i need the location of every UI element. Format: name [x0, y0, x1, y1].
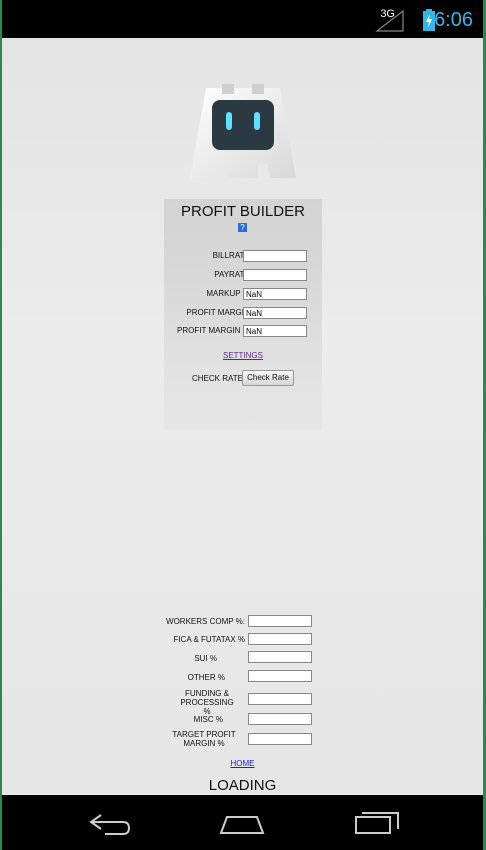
profit-margin-field[interactable]: NaN: [243, 307, 307, 319]
misc-input[interactable]: [248, 713, 312, 725]
screen: 3G 6:06 PROFIT BUILDER ? BILLRATE: PAYRA…: [2, 0, 483, 850]
fica-futatax-input[interactable]: [248, 633, 312, 645]
settings-row: TARGET PROFIT MARGIN %: [2, 730, 483, 750]
navigation-bar: [2, 795, 483, 850]
funding-processing-label: FUNDING & PROCESSING %: [180, 689, 234, 716]
target-profit-margin-label: TARGET PROFIT MARGIN %: [172, 730, 236, 748]
cordova-logo: [190, 84, 296, 178]
check-rate-button[interactable]: Check Rate: [242, 370, 294, 386]
billrate-input[interactable]: [243, 250, 307, 262]
payrate-input[interactable]: [243, 269, 307, 281]
home-icon[interactable]: [217, 807, 267, 837]
fica-futatax-label: FICA & FUTATAX %: [173, 635, 245, 644]
billrate-row: BILLRATE:: [164, 250, 322, 264]
funding-processing-input[interactable]: [248, 693, 312, 705]
loading-text: LOADING: [208, 777, 277, 794]
sui-label: SUI %: [194, 654, 217, 663]
other-label: OTHER %: [187, 673, 225, 682]
settings-link[interactable]: SETTINGS: [164, 351, 322, 360]
clock: 6:06: [434, 9, 473, 31]
profit-margin-row: PROFIT MARGIN: NaN: [164, 307, 322, 321]
check-rate-label: CHECK RATE: [192, 374, 243, 383]
profit-margin-pct-label: PROFIT MARGIN %:: [177, 326, 252, 335]
settings-row: OTHER %: [2, 670, 483, 684]
recent-apps-icon[interactable]: [352, 807, 402, 837]
profit-margin-pct-field[interactable]: NaN: [243, 325, 307, 337]
sui-input[interactable]: [248, 651, 312, 663]
help-icon[interactable]: ?: [238, 223, 247, 232]
settings-row: SUI %: [2, 651, 483, 665]
settings-row: FICA & FUTATAX %: [2, 633, 483, 647]
target-profit-margin-input[interactable]: [248, 733, 312, 745]
profit-margin-pct-row: PROFIT MARGIN %: NaN: [164, 325, 322, 339]
app-title: PROFIT BUILDER: [181, 203, 305, 220]
workers-comp-label: WORKERS COMP %:: [166, 617, 245, 626]
markup-field[interactable]: NaN: [243, 288, 307, 300]
payrate-row: PAYRATE:: [164, 269, 322, 283]
settings-row: MISC %: [2, 713, 483, 727]
workers-comp-input[interactable]: [248, 615, 312, 627]
back-icon[interactable]: [85, 807, 135, 837]
home-link[interactable]: HOME: [2, 759, 483, 768]
app-content: PROFIT BUILDER ? BILLRATE: PAYRATE: MARK…: [2, 38, 483, 795]
markup-row: MARKUP %: NaN: [164, 288, 322, 302]
settings-row: FUNDING & PROCESSING %: [2, 689, 483, 716]
calculator-panel: PROFIT BUILDER ? BILLRATE: PAYRATE: MARK…: [164, 199, 322, 429]
signal-icon: [375, 10, 404, 32]
status-bar: 3G 6:06: [2, 0, 483, 38]
misc-label: MISC %: [193, 715, 223, 724]
settings-row: WORKERS COMP %:: [2, 615, 483, 629]
other-input[interactable]: [248, 670, 312, 682]
